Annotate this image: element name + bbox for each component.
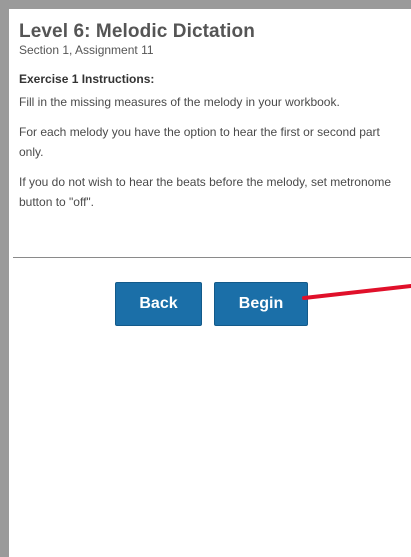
back-button[interactable]: Back: [115, 282, 202, 326]
instructions-heading: Exercise 1 Instructions:: [19, 72, 155, 86]
window-frame-left: [0, 0, 9, 557]
window-frame-top: [0, 0, 411, 9]
red-arrow-icon: [302, 284, 411, 300]
divider: [13, 257, 411, 258]
begin-button[interactable]: Begin: [214, 282, 308, 326]
assignment-panel: Level 6: Melodic Dictation Section 1, As…: [19, 22, 411, 212]
instruction-paragraph: Fill in the missing measures of the melo…: [19, 95, 340, 109]
page-title: Level 6: Melodic Dictation: [19, 21, 255, 42]
instruction-paragraph: For each melody you have the option to h…: [19, 125, 380, 159]
instruction-paragraph: If you do not wish to hear the beats bef…: [19, 175, 391, 209]
page-subtitle: Section 1, Assignment 11: [19, 43, 154, 57]
